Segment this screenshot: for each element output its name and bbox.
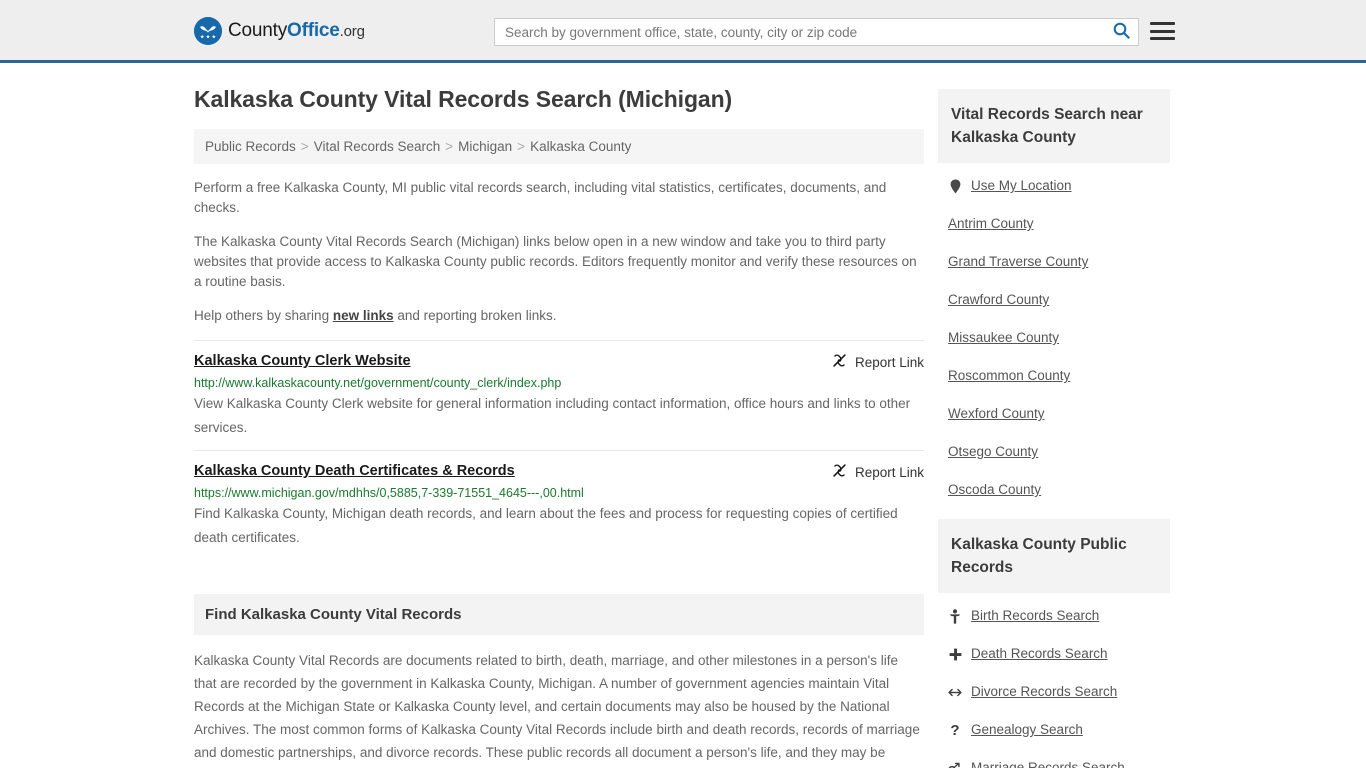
hamburger-bar-3 (1150, 37, 1175, 40)
search-bar[interactable] (494, 18, 1139, 46)
result-url[interactable]: https://www.michigan.gov/mdhhs/0,5885,7-… (194, 485, 924, 501)
sidebar-item-birth-records-search[interactable]: Birth Records Search (948, 607, 1170, 625)
broken-link-icon (832, 463, 847, 481)
result-description: View Kalkaska County Clerk website for g… (194, 396, 911, 435)
report-link-button[interactable]: Report Link (832, 352, 924, 371)
sidebar-item-genealogy-search[interactable]: ? Genealogy Search (948, 721, 1170, 739)
sidebar-item-roscommon-county[interactable]: Roscommon County (948, 367, 1170, 385)
breadcrumb-item-public-records[interactable]: Public Records (205, 139, 296, 154)
results-list: Kalkaska County Clerk Website Report Lin… (194, 340, 924, 560)
intro-paragraph-2: The Kalkaska County Vital Records Search… (194, 234, 917, 289)
sidebar-item-label[interactable]: Death Records Search (971, 645, 1108, 663)
search-button[interactable] (1104, 19, 1138, 45)
sidebar-item-label[interactable]: Antrim County (948, 215, 1034, 233)
cross-icon (948, 648, 962, 661)
sidebar-item-use-my-location[interactable]: Use My Location (948, 177, 1170, 195)
sidebar-item-divorce-records-search[interactable]: Divorce Records Search (948, 683, 1170, 701)
breadcrumb-item-kalkaska-county[interactable]: Kalkaska County (530, 139, 631, 154)
sidebar-item-oscoda-county[interactable]: Oscoda County (948, 481, 1170, 499)
sidebar-card-nearby: Vital Records Search near Kalkaska Count… (938, 89, 1170, 499)
sidebar-item-wexford-county[interactable]: Wexford County (948, 405, 1170, 423)
sidebar-item-label[interactable]: Crawford County (948, 291, 1049, 309)
logo-text-tld: .org (339, 23, 365, 40)
logo-text-county: County (228, 20, 288, 41)
breadcrumb-item-michigan[interactable]: Michigan (458, 139, 512, 154)
sidebar-item-marriage-records-search[interactable]: Marriage Records Search (948, 759, 1170, 768)
sidebar-item-crawford-county[interactable]: Crawford County (948, 291, 1170, 309)
double-arrow-icon (948, 687, 962, 698)
sidebar-item-label[interactable]: Wexford County (948, 405, 1045, 423)
header-inner: CountyOffice.org (0, 0, 1366, 60)
hamburger-bar-1 (1150, 22, 1175, 25)
result-header: Kalkaska County Clerk Website Report Lin… (194, 352, 924, 371)
main-content-column: Kalkaska County Vital Records Search (Mi… (194, 85, 924, 768)
search-input[interactable] (495, 19, 1104, 45)
breadcrumb-separator-1: > (300, 139, 309, 154)
report-link-button[interactable]: Report Link (832, 462, 924, 481)
find-records-body: Kalkaska County Vital Records are docume… (194, 649, 924, 768)
sidebar-item-antrim-county[interactable]: Antrim County (948, 215, 1170, 233)
result-item: Kalkaska County Death Certificates & Rec… (194, 450, 924, 560)
result-title-link[interactable]: Kalkaska County Death Certificates & Rec… (194, 462, 515, 481)
new-links-link[interactable]: new links (333, 308, 394, 323)
find-records-heading: Find Kalkaska County Vital Records (194, 594, 924, 635)
result-description: Find Kalkaska County, Michigan death rec… (194, 506, 898, 545)
breadcrumb-separator-2: > (445, 139, 454, 154)
sidebar-item-otsego-county[interactable]: Otsego County (948, 443, 1170, 461)
hamburger-bar-2 (1150, 29, 1175, 33)
baby-icon (948, 608, 962, 624)
question-mark-icon: ? (950, 721, 960, 739)
sidebar-item-missaukee-county[interactable]: Missaukee County (948, 329, 1170, 347)
gender-symbols-icon (948, 762, 962, 768)
breadcrumb-item-vital-records-search[interactable]: Vital Records Search (314, 139, 441, 154)
breadcrumb: Public Records > Vital Records Search > Mich… (194, 129, 924, 164)
sidebar-nearby-list: Use My Location Antrim County Grand Trav… (938, 163, 1170, 499)
sidebar: Vital Records Search near Kalkaska Count… (938, 89, 1170, 768)
result-url[interactable]: http://www.kalkaskacounty.net/government… (194, 375, 924, 391)
report-link-label: Report Link (854, 464, 924, 480)
sidebar-item-label[interactable]: Use My Location (971, 177, 1072, 195)
sidebar-public-records-title: Kalkaska County Public Records (938, 519, 1170, 593)
share-text-after: and reporting broken links. (393, 308, 557, 323)
sidebar-item-label[interactable]: Roscommon County (948, 367, 1070, 385)
search-icon (1113, 22, 1130, 42)
site-logo-text: CountyOffice.org (228, 20, 365, 42)
report-link-label: Report Link (854, 354, 924, 370)
find-records-paragraph: Kalkaska County Vital Records are docume… (194, 653, 920, 760)
result-item: Kalkaska County Clerk Website Report Lin… (194, 340, 924, 450)
broken-link-icon (832, 353, 847, 371)
sidebar-nearby-title: Vital Records Search near Kalkaska Count… (938, 89, 1170, 163)
sidebar-item-label[interactable]: Otsego County (948, 443, 1038, 461)
sidebar-item-label[interactable]: Oscoda County (948, 481, 1041, 499)
result-title-link[interactable]: Kalkaska County Clerk Website (194, 352, 411, 371)
map-pin-icon (948, 179, 962, 194)
sidebar-item-label[interactable]: Missaukee County (948, 329, 1059, 347)
logo-text-office: Office (287, 20, 340, 41)
result-header: Kalkaska County Death Certificates & Rec… (194, 462, 924, 481)
sidebar-item-label[interactable]: Grand Traverse County (948, 253, 1088, 271)
hamburger-menu-icon[interactable] (1150, 20, 1175, 42)
intro-paragraph-3: Help others by sharing new links and rep… (194, 306, 924, 326)
countyoffice-eagle-logo-icon (194, 17, 222, 45)
sidebar-item-label[interactable]: Birth Records Search (971, 607, 1099, 625)
sidebar-public-records-list: Birth Records Search Death Records Searc… (938, 593, 1170, 768)
intro-paragraph-1: Perform a free Kalkaska County, MI publi… (194, 180, 887, 215)
page-title: Kalkaska County Vital Records Search (Mi… (194, 86, 733, 112)
breadcrumb-separator-3: > (517, 139, 526, 154)
sidebar-item-label[interactable]: Divorce Records Search (971, 683, 1117, 701)
site-header: CountyOffice.org (0, 0, 1366, 63)
site-logo[interactable]: CountyOffice.org (194, 17, 365, 45)
sidebar-item-death-records-search[interactable]: Death Records Search (948, 645, 1170, 663)
sidebar-item-grand-traverse-county[interactable]: Grand Traverse County (948, 253, 1170, 271)
sidebar-item-label[interactable]: Marriage Records Search (971, 759, 1125, 768)
intro-text: Perform a free Kalkaska County, MI publi… (194, 178, 924, 326)
share-text-before: Help others by sharing (194, 308, 333, 323)
sidebar-item-label[interactable]: Genealogy Search (971, 721, 1083, 739)
sidebar-card-public-records: Kalkaska County Public Records Birth Rec… (938, 519, 1170, 768)
